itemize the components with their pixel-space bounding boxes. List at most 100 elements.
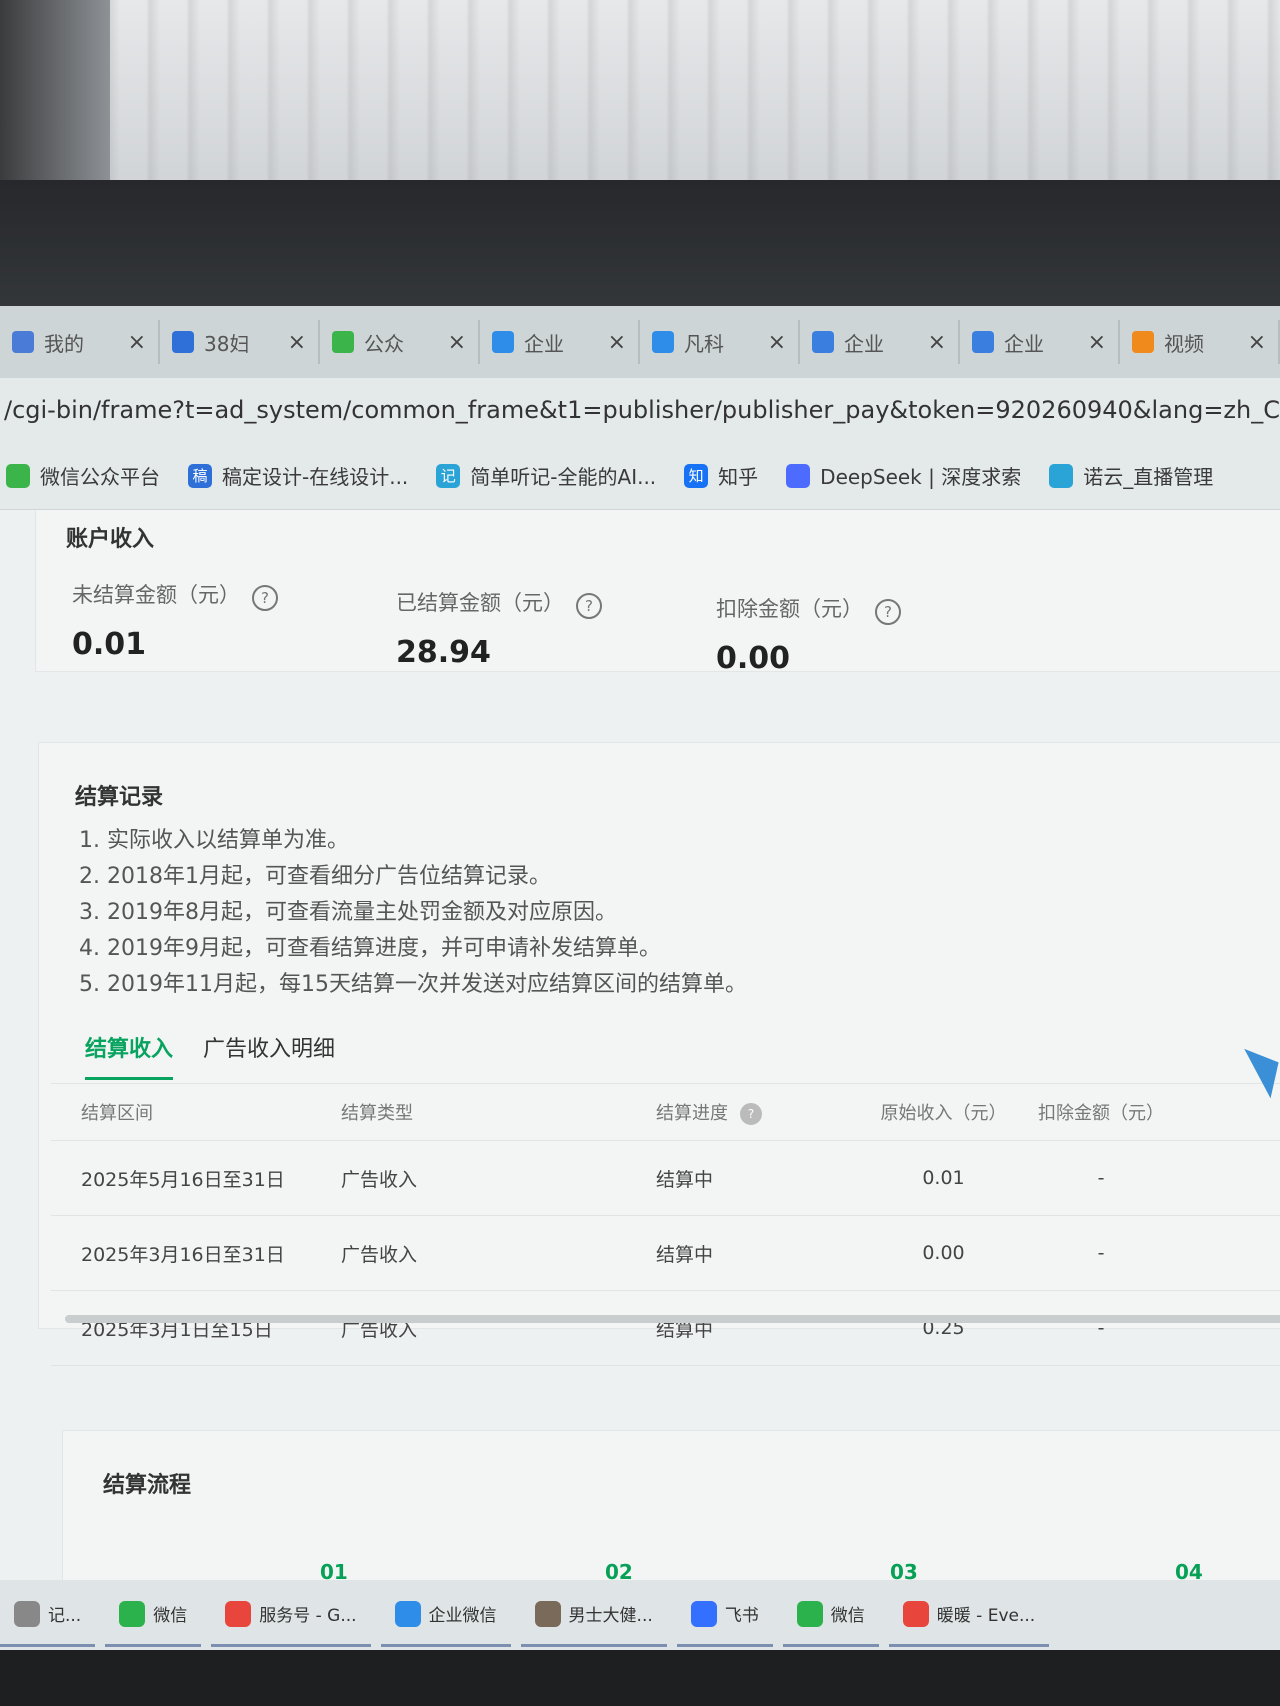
tab-settled-income[interactable]: 结算收入 xyxy=(85,1031,174,1080)
metric-unsettled: 未结算金额（元）? 0.01 xyxy=(72,579,278,662)
cell-income: 0.00 xyxy=(922,1242,965,1264)
browser-tab[interactable]: 企业 × xyxy=(480,320,640,364)
bookmark-item[interactable]: 诺云_直播管理 xyxy=(1049,461,1213,490)
tab-title: 38妇 xyxy=(204,331,250,356)
taskbar-item-label: 飞书 xyxy=(724,1606,759,1626)
settlement-records-card: 结算记录 1. 实际收入以结算单为准。 2. 2018年1月起，可查看细分广告位结… xyxy=(38,742,1280,1366)
taskbar-item[interactable]: 记... xyxy=(0,1584,96,1647)
tab-ad-income-detail[interactable]: 广告收入明细 xyxy=(203,1031,335,1080)
taskbar-item[interactable]: 暖暖 - Eve... xyxy=(888,1584,1050,1647)
help-icon[interactable]: ? xyxy=(252,584,278,611)
taskbar-item[interactable]: 服务号 - G... xyxy=(211,1584,371,1647)
tab-title: 公众 xyxy=(364,331,404,356)
settlement-note: 5. 2019年11月起，每15天结算一次并发送对应结算区间的结算单。 xyxy=(79,972,747,997)
taskbar-app-icon xyxy=(394,1600,421,1627)
taskbar-item[interactable]: 微信 xyxy=(105,1584,202,1647)
bookmark-item[interactable]: 微信公众平台 xyxy=(6,461,160,490)
taskbar-item[interactable]: 企业微信 xyxy=(380,1584,511,1647)
process-step: 02 xyxy=(605,1560,633,1580)
browser-tab[interactable]: 视频 × xyxy=(1120,320,1280,364)
account-income-card: 账户收入 未结算金额（元）? 0.01 已结算金额（元）? 28.94 扣除金额… xyxy=(35,510,1280,676)
metric-settled-label: 已结算金额（元） xyxy=(396,591,564,615)
cell-period: 2025年3月16日至31日 xyxy=(81,1243,285,1266)
background-shadow xyxy=(0,0,110,180)
help-icon[interactable]: ? xyxy=(875,598,901,625)
tab-favicon-icon xyxy=(172,331,194,353)
metric-deducted: 扣除金额（元）? 0.00 xyxy=(716,593,901,676)
taskbar-item-label: 男士大健... xyxy=(568,1606,653,1626)
cell-deduction: - xyxy=(1097,1167,1105,1189)
browser-tab[interactable]: 38妇 × xyxy=(160,320,320,364)
bookmark-favicon-icon xyxy=(6,463,30,488)
settlement-table: 结算区间 结算类型 结算进度? 原始收入（元） 扣除金额（元） 2025年5月1… xyxy=(51,1083,1280,1366)
settlement-notes: 1. 实际收入以结算单为准。 2. 2018年1月起，可查看细分广告位结算记录。 3… xyxy=(79,823,747,1003)
tab-title: 企业 xyxy=(1004,331,1044,356)
table-body: 2025年5月16日至31日 广告收入 结算中 0.01-2025年3月16日至31日… xyxy=(51,1141,1280,1366)
tab-close-icon[interactable]: × xyxy=(768,330,786,355)
tab-close-icon[interactable]: × xyxy=(928,330,946,355)
cell-status: 结算中 xyxy=(656,1168,714,1191)
cell-type: 广告收入 xyxy=(341,1243,418,1266)
tab-title: 企业 xyxy=(844,331,884,356)
monitor-bottom-bezel xyxy=(0,1650,1280,1706)
bookmark-favicon-icon xyxy=(1049,463,1074,488)
col-status: 结算进度? xyxy=(656,1099,866,1125)
taskbar-item[interactable]: 男士大健... xyxy=(520,1584,667,1647)
bookmark-item[interactable]: 记简单听记-全能的AI... xyxy=(436,461,656,490)
browser-tab[interactable]: 公众 × xyxy=(320,320,480,364)
tab-favicon-icon xyxy=(332,331,354,353)
taskbar-item-label: 记... xyxy=(48,1606,82,1626)
settlement-note: 1. 实际收入以结算单为准。 xyxy=(79,828,349,853)
cell-deduction: - xyxy=(1097,1242,1105,1264)
background-curtain xyxy=(0,0,1280,200)
taskbar-app-icon xyxy=(119,1600,146,1627)
tab-close-icon[interactable]: × xyxy=(448,330,466,355)
tab-close-icon[interactable]: × xyxy=(288,330,306,355)
process-step: 01 xyxy=(320,1560,348,1580)
bookmark-item[interactable]: 知知乎 xyxy=(684,461,758,490)
tab-favicon-icon xyxy=(12,331,34,353)
tab-close-icon[interactable]: × xyxy=(1248,330,1266,355)
tab-title: 凡科 xyxy=(684,331,724,356)
settlement-note: 3. 2019年8月起，可查看流量主处罚金额及对应原因。 xyxy=(79,900,617,925)
browser-tab[interactable]: 凡科 × xyxy=(640,320,800,364)
tab-close-icon[interactable]: × xyxy=(608,330,626,355)
settlement-process-title: 结算流程 xyxy=(103,1473,192,1498)
metric-deducted-label: 扣除金额（元） xyxy=(716,597,863,621)
metric-deducted-value: 0.00 xyxy=(716,640,791,676)
taskbar-item-label: 暖暖 - Eve... xyxy=(936,1606,1036,1626)
tab-favicon-icon xyxy=(972,331,994,353)
process-steps: 01 02 03 04 xyxy=(320,1560,1280,1580)
tab-close-icon[interactable]: × xyxy=(128,330,146,355)
taskbar-item-label: 微信 xyxy=(153,1606,188,1626)
help-icon[interactable]: ? xyxy=(576,592,602,619)
cell-income: 0.01 xyxy=(922,1167,965,1189)
col-type: 结算类型 xyxy=(341,1103,413,1124)
cell-type: 广告收入 xyxy=(341,1168,418,1191)
taskbar-app-icon xyxy=(796,1600,823,1627)
settlement-note: 2. 2018年1月起，可查看细分广告位结算记录。 xyxy=(79,864,551,889)
os-taskbar: 记... 微信 服务号 - G... 企业微信 男士大健... 飞书 微信 暖暖 - Eve.… xyxy=(0,1580,1280,1650)
browser-tab[interactable]: 企业 × xyxy=(800,320,960,364)
settlement-records-title: 结算记录 xyxy=(75,785,164,810)
bookmark-label: DeepSeek | 深度求索 xyxy=(820,465,1022,489)
bookmark-favicon-icon: 知 xyxy=(684,463,709,488)
tab-favicon-icon xyxy=(812,331,834,353)
help-icon[interactable]: ? xyxy=(740,1103,762,1125)
tab-close-icon[interactable]: × xyxy=(1088,330,1106,355)
taskbar-item[interactable]: 微信 xyxy=(782,1584,879,1647)
account-income-title: 账户收入 xyxy=(66,527,155,552)
taskbar-app-icon xyxy=(690,1600,717,1627)
browser-tab[interactable]: 我的 × xyxy=(0,320,160,364)
bookmark-label: 简单听记-全能的AI... xyxy=(470,465,657,489)
tab-favicon-icon xyxy=(492,331,514,353)
table-row: 2025年3月16日至31日 广告收入 结算中 0.00 - xyxy=(51,1216,1280,1291)
col-status-label: 结算进度 xyxy=(656,1103,728,1124)
browser-tab[interactable]: 企业 × xyxy=(960,320,1120,364)
bookmark-item[interactable]: 稿稿定设计-在线设计... xyxy=(188,461,408,490)
address-bar[interactable]: /cgi-bin/frame?t=ad_system/common_frame&… xyxy=(0,378,1280,442)
horizontal-scrollbar[interactable] xyxy=(65,1315,1280,1323)
bookmark-item[interactable]: DeepSeek | 深度求索 xyxy=(786,461,1021,490)
taskbar-item[interactable]: 飞书 xyxy=(676,1584,773,1647)
tab-title: 我的 xyxy=(44,331,84,356)
